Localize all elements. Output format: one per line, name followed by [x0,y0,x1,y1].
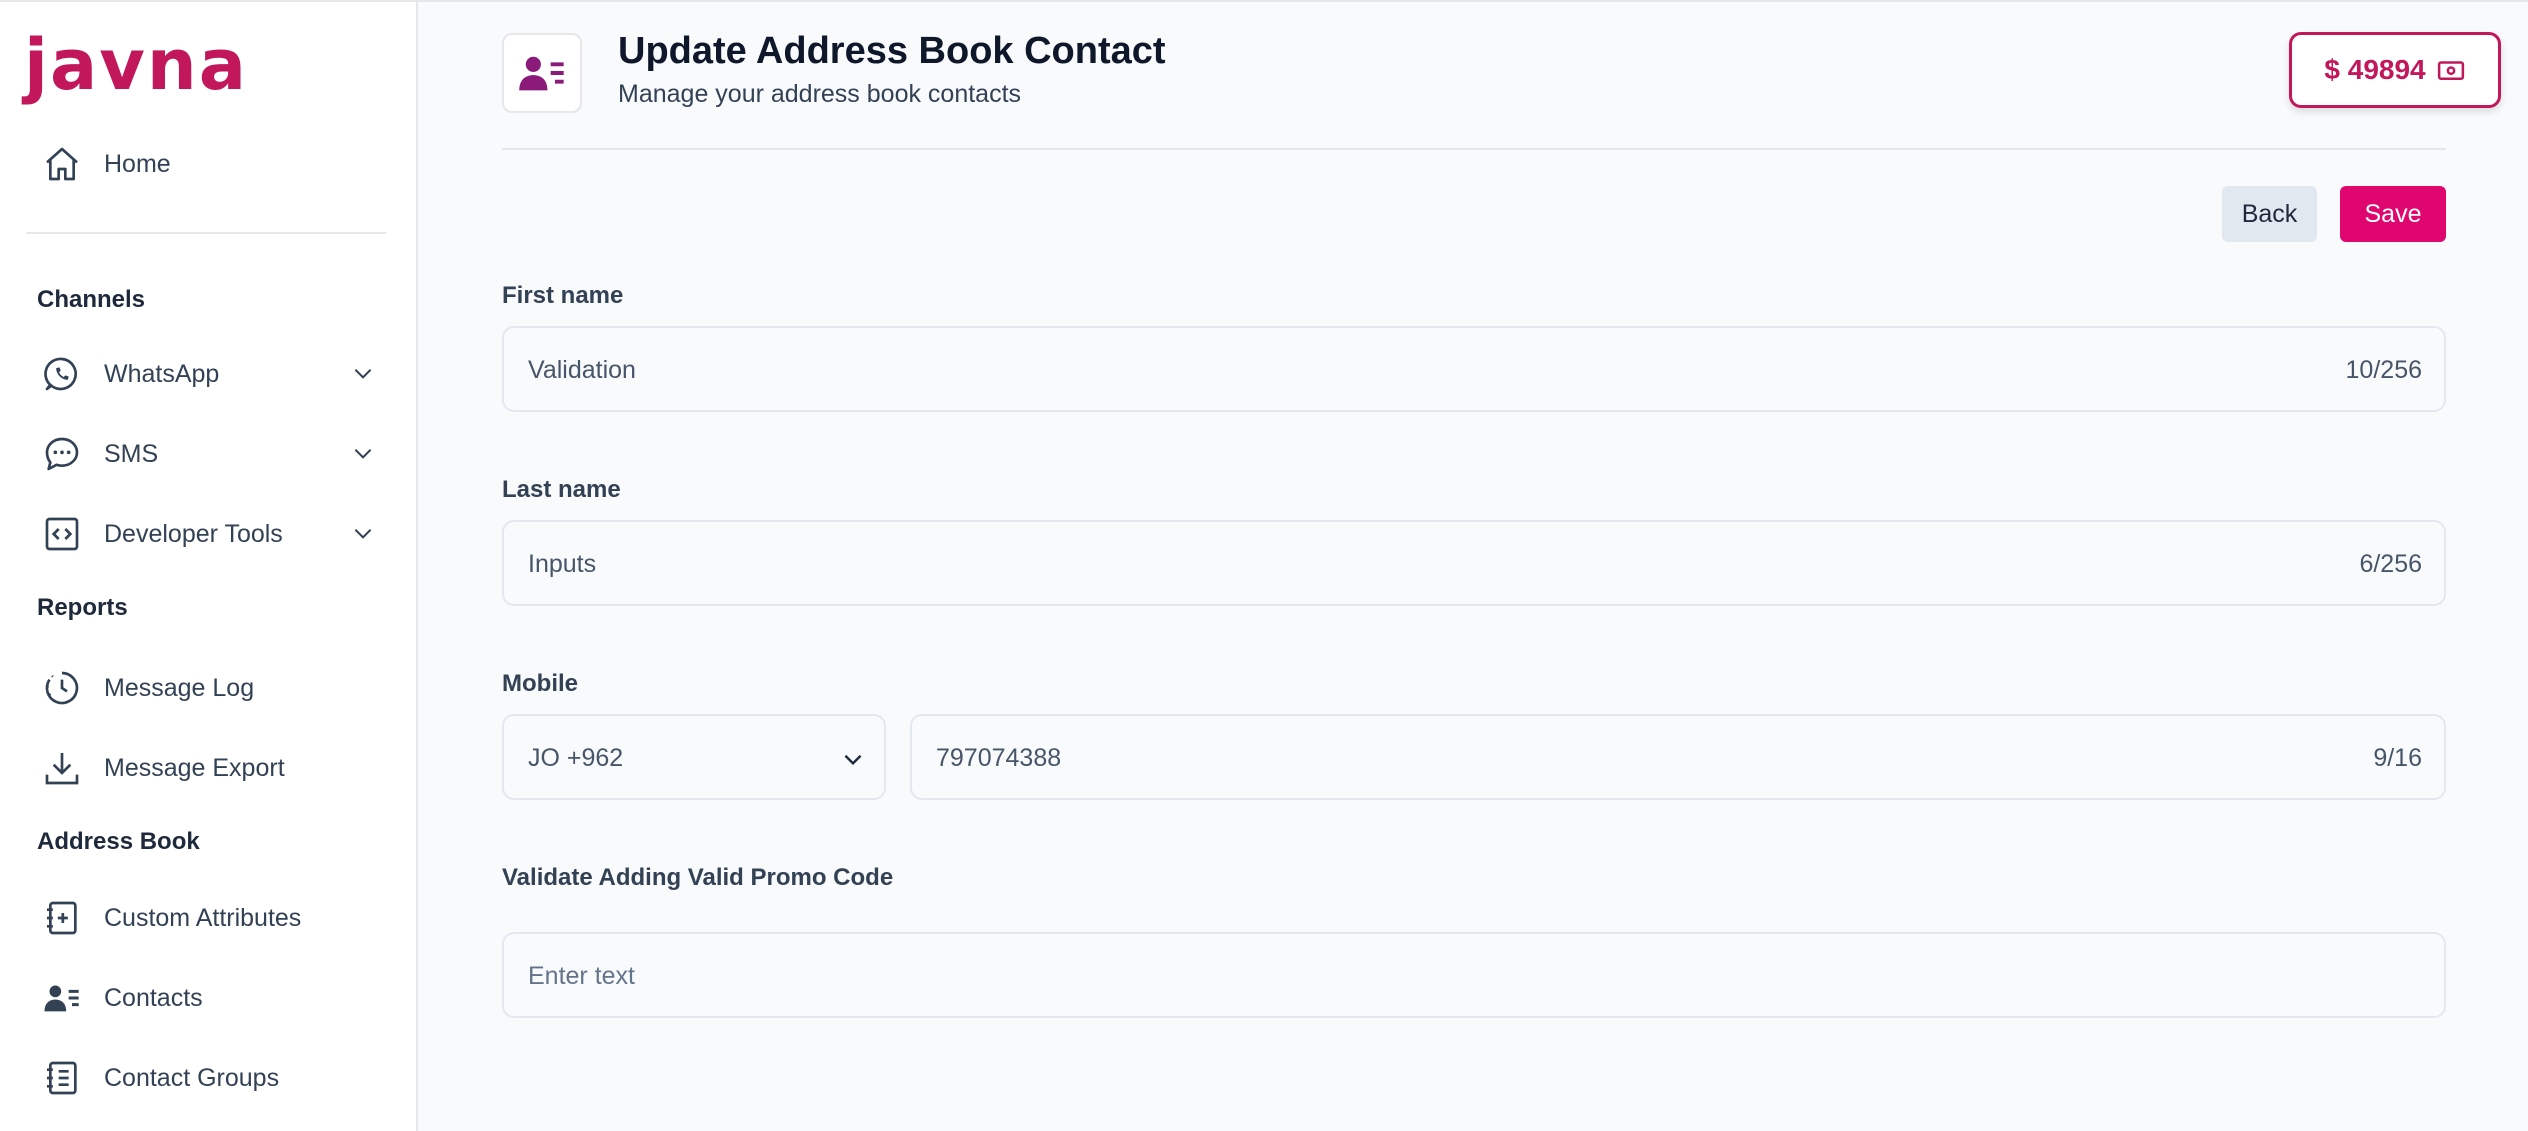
sidebar-item-label: Contacts [104,983,203,1012]
mobile-number-value: 797074388 [936,744,1062,772]
sidebar-item-message-export[interactable]: Message Export [26,736,386,800]
code-icon [40,512,84,556]
last-name-value: Inputs [528,550,597,578]
sidebar-item-label: SMS [104,439,159,468]
chevron-down-icon[interactable] [350,360,376,386]
section-title-reports: Reports [37,594,128,621]
clock-icon [40,666,84,710]
sidebar-item-label: Developer Tools [104,519,283,548]
chat-bubble-icon [40,432,84,476]
sidebar-item-whatsapp[interactable]: WhatsApp [26,342,386,406]
last-name-label: Last name [502,476,621,503]
mobile-number-counter: 9/16 [2373,744,2422,772]
header-divider [502,148,2446,150]
balance-badge[interactable]: $ 49894 [2289,32,2501,108]
country-code-select[interactable]: JO +962 [502,714,886,800]
sidebar-item-custom-attributes[interactable]: Custom Attributes [26,886,386,950]
country-code-value: JO +962 [528,744,624,772]
notebook-plus-icon [40,896,84,940]
sidebar-item-label: Custom Attributes [104,903,302,932]
promo-code-label: Validate Adding Valid Promo Code [502,864,894,891]
first-name-label: First name [502,282,624,309]
mobile-label: Mobile [502,670,578,697]
sidebar-item-sms[interactable]: SMS [26,422,386,486]
contact-card-header-icon [502,33,582,113]
sidebar: javna Home Channels WhatsApp SMS Develop… [0,2,418,1131]
sidebar-item-contact-groups[interactable]: Contact Groups [26,1046,386,1110]
cash-icon [2437,61,2464,80]
sidebar-item-label: Home [104,149,171,178]
first-name-value: Validation [528,356,636,384]
section-title-channels: Channels [37,286,146,313]
javna-logo[interactable]: javna [24,30,248,100]
sidebar-item-message-log[interactable]: Message Log [26,656,386,720]
sidebar-item-label: Contact Groups [104,1063,280,1092]
whatsapp-icon [40,352,84,396]
chevron-down-icon[interactable] [350,520,376,546]
mobile-number-field[interactable]: 797074388 9/16 [910,714,2446,800]
balance-amount: $ 49894 [2324,54,2426,85]
page-subtitle: Manage your address book contacts [618,80,1022,108]
chevron-down-icon [844,754,862,766]
notebook-list-icon [40,1056,84,1100]
section-title-address-book: Address Book [37,828,200,855]
last-name-counter: 6/256 [2359,550,2422,578]
contact-card-icon [40,976,84,1020]
download-icon [40,746,84,790]
sidebar-item-home[interactable]: Home [26,132,386,196]
home-icon [40,142,84,186]
back-button[interactable]: Back [2222,186,2317,242]
first-name-counter: 10/256 [2345,356,2422,384]
sidebar-item-developer-tools[interactable]: Developer Tools [26,502,386,566]
promo-code-field[interactable]: Enter text [502,932,2446,1018]
sidebar-item-label: WhatsApp [104,359,220,388]
sidebar-item-label: Message Export [104,753,285,782]
first-name-field[interactable]: Validation 10/256 [502,326,2446,412]
last-name-field[interactable]: Inputs 6/256 [502,520,2446,606]
page-title: Update Address Book Contact [618,30,1166,72]
sidebar-divider [26,232,386,234]
promo-code-placeholder: Enter text [528,962,635,990]
chevron-down-icon[interactable] [350,440,376,466]
sidebar-item-contacts[interactable]: Contacts [26,966,386,1030]
save-button[interactable]: Save [2340,186,2446,242]
sidebar-item-label: Message Log [104,673,255,702]
